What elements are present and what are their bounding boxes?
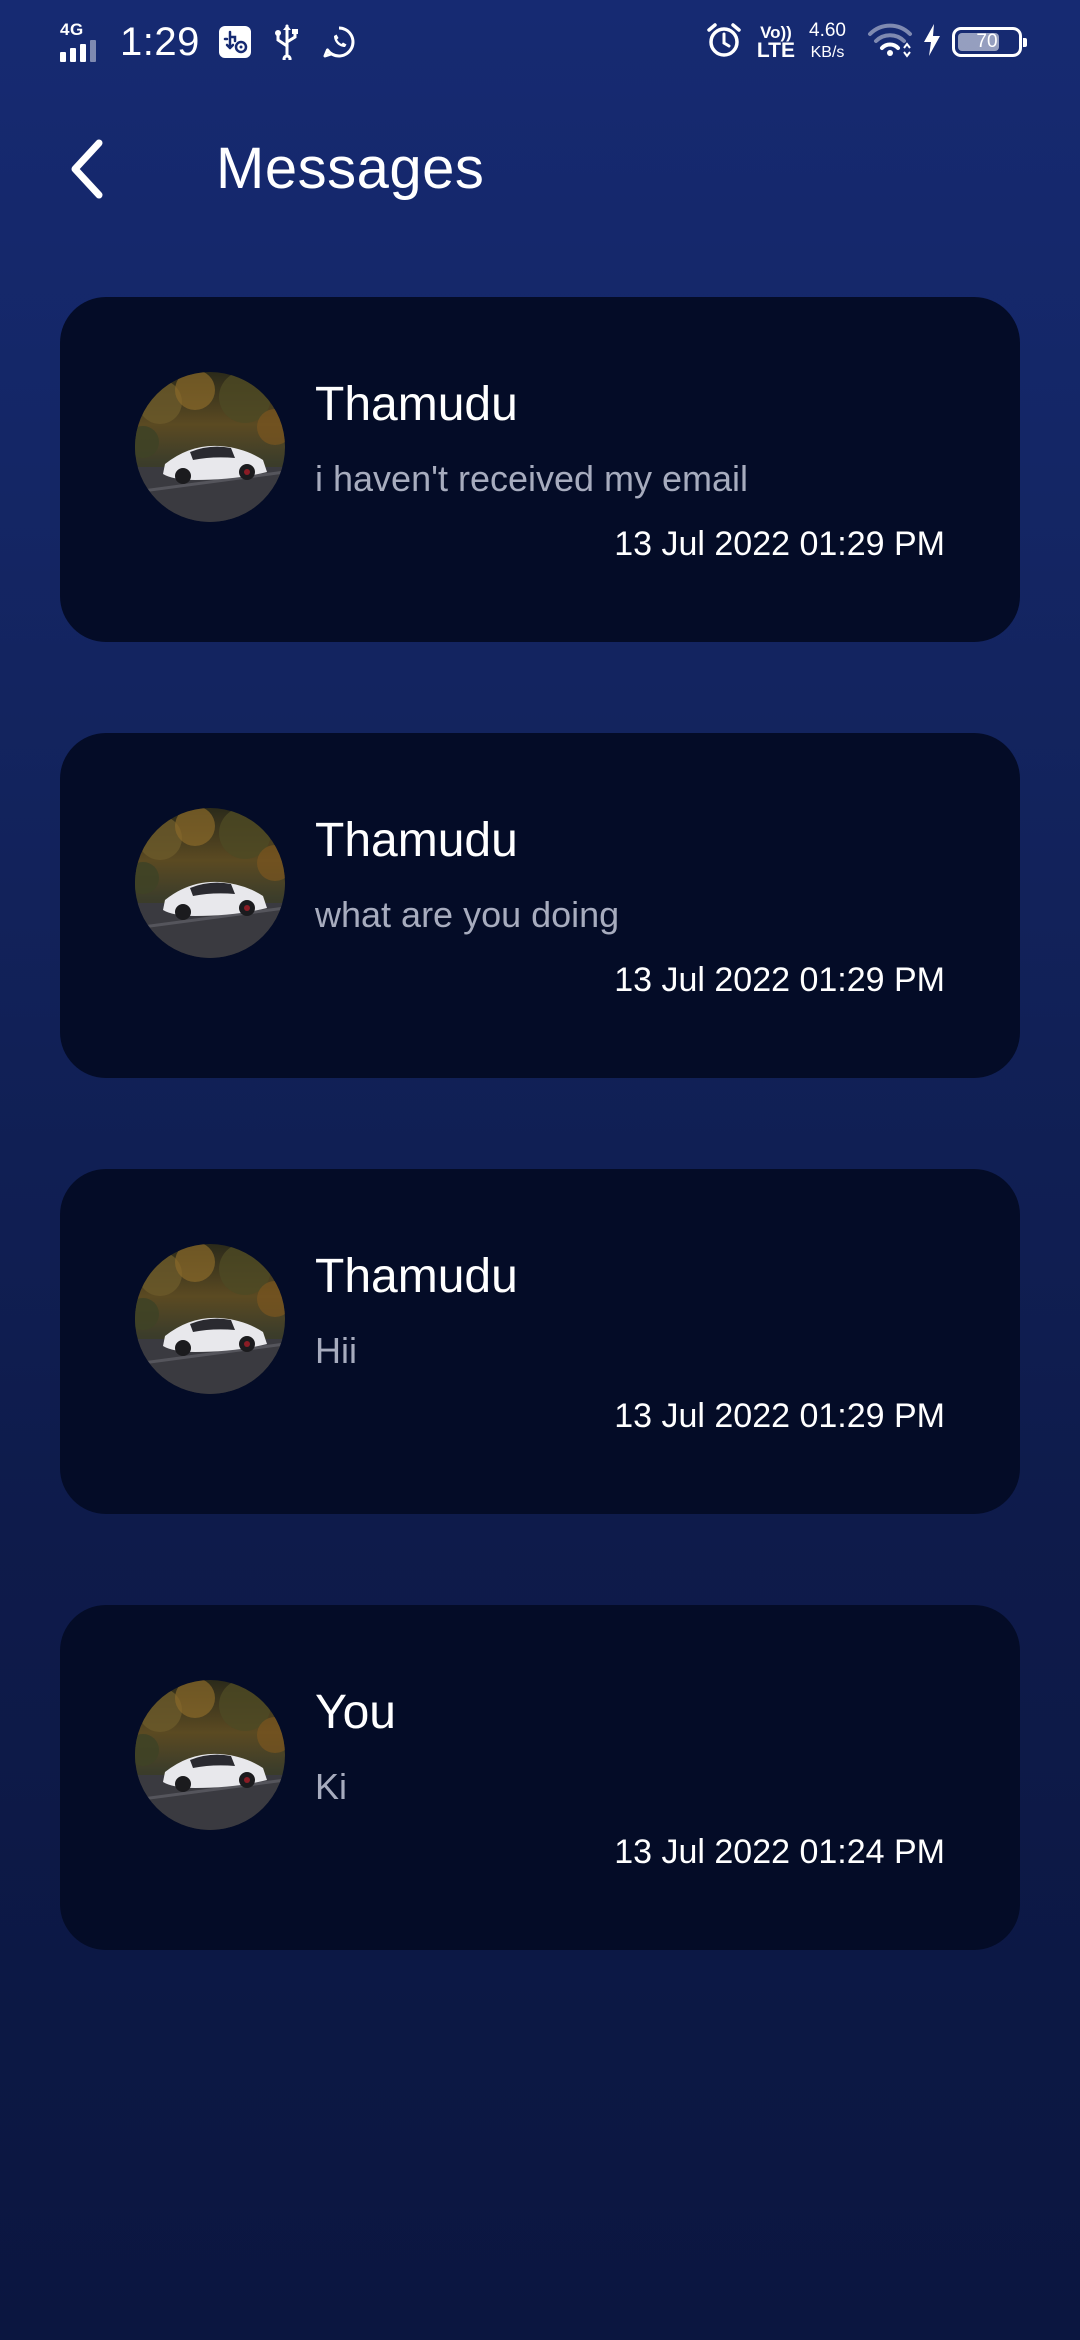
usb-settings-icon: [218, 25, 252, 59]
page-title: Messages: [216, 136, 485, 201]
message-preview: what are you doing: [315, 894, 620, 935]
message-timestamp: 13 Jul 2022 01:29 PM: [614, 961, 945, 999]
speed-unit: KB/s: [810, 44, 845, 61]
message-preview: i haven't received my email: [315, 458, 749, 499]
signal-icon: 4G: [58, 20, 108, 62]
network-speed: 4.60 KB/s: [809, 20, 846, 64]
back-button[interactable]: [52, 134, 122, 204]
avatar: [135, 1680, 285, 1830]
message-item[interactable]: Thamudu what are you doing 13 Jul 2022 0…: [60, 733, 1020, 1078]
battery-icon: 70: [952, 27, 1027, 57]
status-time: 1:29: [120, 19, 200, 64]
message-item[interactable]: You Ki 13 Jul 2022 01:24 PM: [60, 1605, 1020, 1950]
charging-icon: [922, 23, 942, 62]
sender-name: Thamudu: [315, 1250, 518, 1303]
battery-percent: 70: [976, 31, 998, 52]
lte-label: LTE: [756, 39, 796, 62]
sender-name: Thamudu: [315, 814, 518, 867]
alarm-icon: [705, 21, 743, 64]
usb-icon: [272, 24, 302, 60]
message-timestamp: 13 Jul 2022 01:29 PM: [614, 1397, 945, 1435]
speed-value: 4.60: [809, 20, 846, 41]
avatar: [135, 808, 285, 958]
volte-indicator: Vo)) LTE: [756, 24, 796, 62]
sender-name: Thamudu: [315, 378, 518, 431]
network-type: 4G: [60, 20, 84, 39]
whatsapp-icon: [322, 25, 356, 59]
chevron-left-icon: [71, 139, 103, 199]
status-bar: 4G 1:29 Vo)) LTE 4.60 KB/s 70: [0, 0, 1080, 84]
app-header: Messages: [0, 120, 1080, 220]
sender-name: You: [315, 1686, 396, 1739]
message-item[interactable]: Thamudu i haven't received my email 13 J…: [60, 297, 1020, 642]
message-item[interactable]: Thamudu Hii 13 Jul 2022 01:29 PM: [60, 1169, 1020, 1514]
message-preview: Hii: [315, 1330, 357, 1371]
avatar: [135, 372, 285, 522]
message-timestamp: 13 Jul 2022 01:24 PM: [614, 1833, 945, 1871]
message-list: Thamudu i haven't received my email 13 J…: [60, 297, 1020, 2041]
message-preview: Ki: [315, 1766, 348, 1807]
avatar: [135, 1244, 285, 1394]
wifi-icon: [866, 22, 914, 63]
message-timestamp: 13 Jul 2022 01:29 PM: [614, 525, 945, 563]
